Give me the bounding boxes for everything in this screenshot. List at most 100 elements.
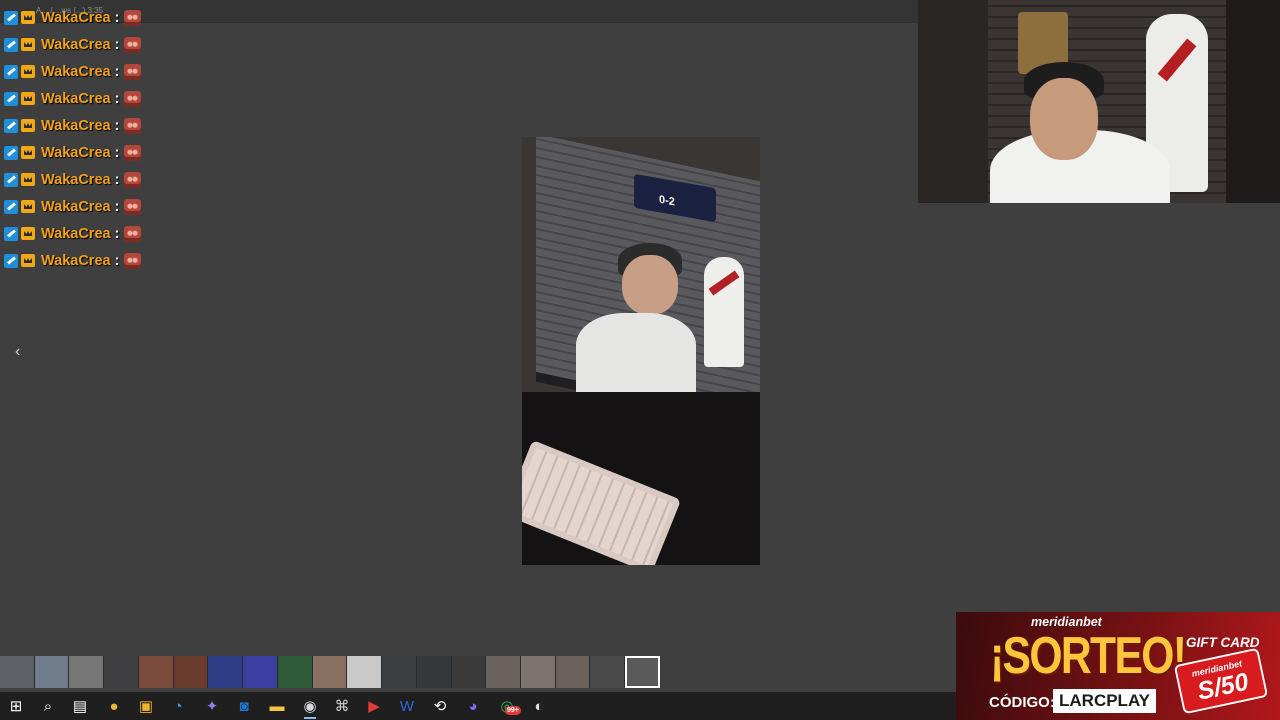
vip-crown-badge-icon [21,92,35,105]
thumbnail[interactable] [625,656,660,688]
thumbnail[interactable] [312,656,348,688]
notification-badge: 99+ [505,706,521,715]
taskbar-search-icon[interactable]: ⌕ [38,696,58,716]
vip-crown-badge-icon [21,65,35,78]
moderator-badge-icon [4,199,18,214]
thumbnail[interactable] [486,656,522,688]
streamer [1030,78,1098,160]
chat-message: WakaCrea: [4,4,204,31]
thumbnail[interactable] [138,656,174,688]
promo-banner: meridianbet ¡SORTEO! CÓDIGO: LARCPLAY GI… [956,612,1280,720]
taskbar-task-view-icon[interactable]: ▤ [70,696,90,716]
emote-icon [124,198,142,215]
moderator-badge-icon [4,10,18,25]
chat-message: WakaCrea: [4,193,204,220]
chat-username[interactable]: WakaCrea [41,253,111,269]
gift-card-label: GIFT CARD [1186,635,1260,650]
taskbar-capcut-icon[interactable]: ⟲ [430,696,450,716]
chat-username[interactable]: WakaCrea [41,118,111,134]
chat-separator: : [114,9,120,26]
taskbar-file-explorer-icon[interactable]: ▬ [267,696,287,716]
taskbar-outlook-icon[interactable]: ◙ [234,696,254,716]
vip-crown-badge-icon [21,146,35,159]
chat-message: WakaCrea: [4,58,204,85]
vip-crown-badge-icon [21,11,35,24]
chat-separator: : [114,36,120,53]
chat-separator: : [114,252,120,269]
chat-username[interactable]: WakaCrea [41,199,111,215]
thumbnail[interactable] [416,656,452,688]
score-text: 0-2 [659,193,675,209]
vip-crown-badge-icon [21,119,35,132]
moderator-badge-icon [4,64,18,79]
chat-separator: : [114,198,120,215]
chat-message: WakaCrea: [4,220,204,247]
taskbar-store-icon[interactable]: ▣ [136,696,156,716]
thumbnail[interactable] [243,656,278,688]
thumbnail[interactable] [0,656,35,688]
vip-crown-badge-icon [21,38,35,51]
chat-separator: : [114,144,120,161]
emote-icon [124,171,142,188]
moderator-badge-icon [4,91,18,106]
chat-overlay: WakaCrea: WakaCrea: WakaCrea: WakaCrea: Waka… [4,4,204,274]
chat-separator: : [114,90,120,107]
taskbar-copilot-icon[interactable]: ✦ [202,696,222,716]
taskbar-word-icon[interactable]: W [397,696,417,716]
taskbar-obs-icon[interactable]: ◉ [300,696,320,719]
chat-username[interactable]: WakaCrea [41,64,111,80]
chat-separator: : [114,117,120,134]
taskbar-edge-icon[interactable]: ◔ [168,696,188,716]
thumbnail[interactable] [104,656,139,688]
taskbar-gamepad-icon[interactable]: ⌘ [332,696,352,716]
chat-username[interactable]: WakaCrea [41,91,111,107]
emote-icon [124,117,142,134]
thumbnail[interactable] [555,656,591,688]
chat-message: WakaCrea: [4,139,204,166]
player-cutout [704,257,744,367]
chat-message: WakaCrea: [4,31,204,58]
chat-message: WakaCrea: [4,112,204,139]
thumbnail[interactable] [521,656,556,688]
thumbnail[interactable] [590,656,626,688]
promo-code-label: CÓDIGO: [989,694,1055,711]
emote-icon [124,225,142,242]
taskbar-discord-icon[interactable]: ◕ [463,696,483,716]
moderator-badge-icon [4,172,18,187]
chat-username[interactable]: WakaCrea [41,10,111,26]
taskbar-windows-start-icon[interactable]: ⊞ [6,696,26,716]
thumbnail[interactable] [69,656,105,688]
chat-username[interactable]: WakaCrea [41,172,111,188]
moderator-badge-icon [4,145,18,160]
vip-crown-badge-icon [21,227,35,240]
thumbnail[interactable] [208,656,244,688]
thumbnail[interactable] [277,656,313,688]
emote-icon [124,252,142,269]
thumbnail[interactable] [451,656,487,688]
vip-crown-badge-icon [21,200,35,213]
emote-icon [124,90,142,107]
previous-image-button[interactable]: ‹ [15,343,20,361]
chat-message: WakaCrea: [4,247,204,274]
chat-separator: : [114,63,120,80]
chat-username[interactable]: WakaCrea [41,226,111,242]
thumbnail[interactable] [173,656,209,688]
chat-username[interactable]: WakaCrea [41,37,111,53]
webcam-feed [918,0,1280,203]
chat-separator: : [114,225,120,242]
taskbar-chrome-icon[interactable]: ● [104,696,124,716]
taskbar-video-editor-icon[interactable]: ▶ [364,696,384,716]
chat-separator: : [114,171,120,188]
thumbnail[interactable] [382,656,417,688]
taskbar-browser-icon[interactable]: ◐ [529,696,549,716]
promo-title: ¡SORTEO! [990,627,1187,685]
thumbnail[interactable] [34,656,70,688]
taskbar-whatsapp-icon[interactable]: ◎99+ [497,696,521,716]
moderator-badge-icon [4,37,18,52]
thumbnail[interactable] [347,656,383,688]
photo-preview: 0-2 [522,137,760,565]
chat-username[interactable]: WakaCrea [41,145,111,161]
thumbnail-strip [0,656,660,688]
emote-icon [124,63,142,80]
moderator-badge-icon [4,253,18,268]
